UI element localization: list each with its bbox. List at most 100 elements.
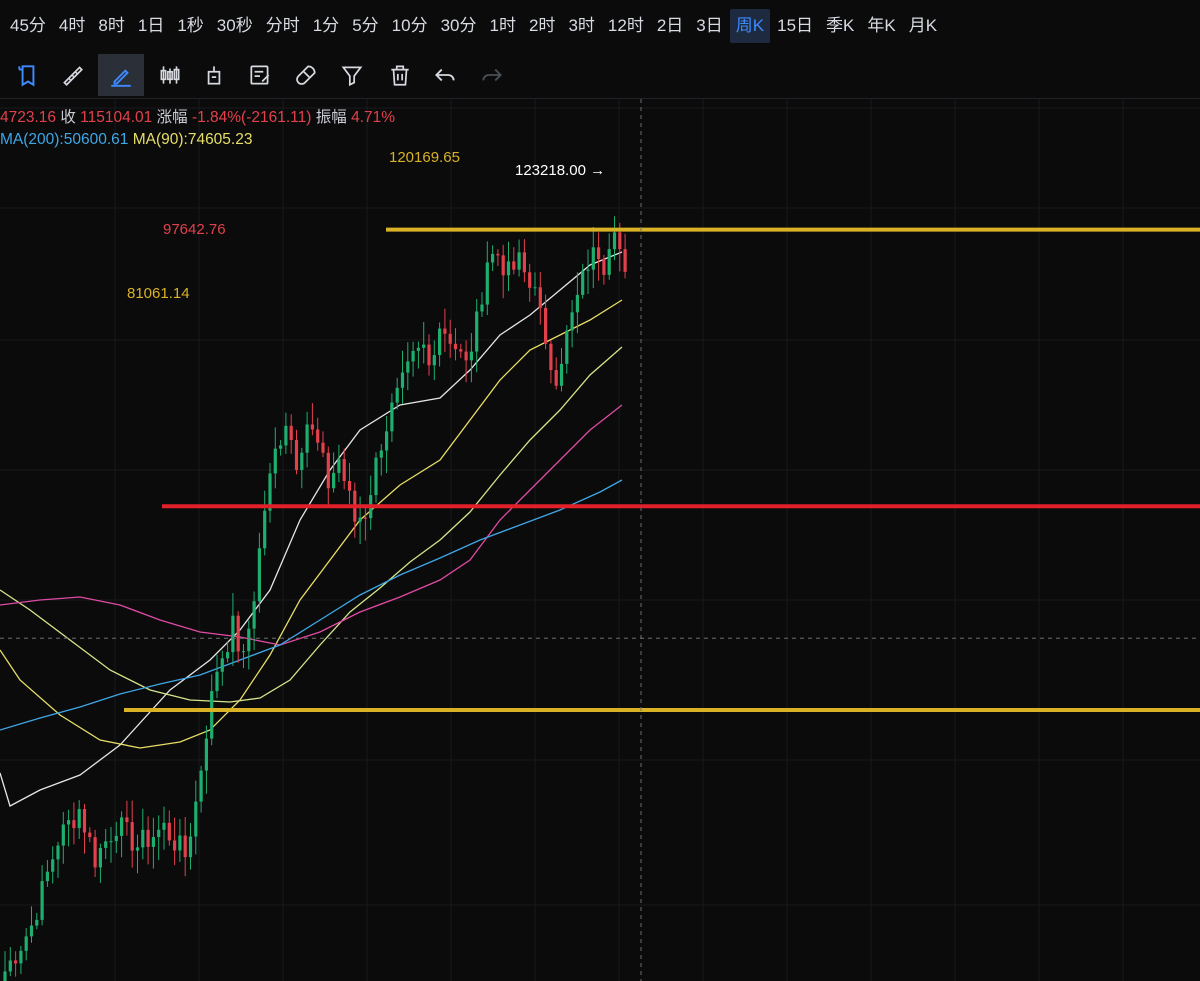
timeframe-tab-14[interactable]: 12时: [602, 9, 650, 43]
timeframe-tab-5[interactable]: 30秒: [211, 9, 259, 43]
candle-body-85: [453, 343, 458, 350]
candle-body-45: [241, 651, 246, 653]
timeframe-tab-12[interactable]: 2时: [523, 9, 561, 43]
candle-body-14: [77, 809, 81, 829]
low-value: 4723.16: [0, 109, 57, 126]
candle-body-83: [443, 328, 447, 334]
candle-body-96: [512, 261, 516, 270]
filter-icon: [341, 66, 363, 87]
candle-body-2: [14, 960, 18, 964]
timeframe-tab-8[interactable]: 5分: [346, 9, 384, 43]
candle-body-89: [475, 311, 479, 352]
filter-tool[interactable]: [332, 54, 372, 96]
timeframe-tab-13[interactable]: 3时: [562, 9, 600, 43]
timeframe-tab-1[interactable]: 4时: [53, 9, 91, 43]
selection-frame-icon: [18, 65, 35, 87]
candle-body-35: [188, 836, 193, 858]
candle-body-88: [469, 351, 473, 361]
note-edit-icon: [250, 65, 270, 85]
moving-averages: [0, 251, 623, 807]
candle-body-100: [533, 287, 537, 289]
candle-body-3: [19, 950, 23, 964]
candle-body-48: [257, 548, 261, 602]
candle-body-5: [29, 925, 34, 937]
timeframe-tab-0[interactable]: 45分: [4, 9, 52, 43]
candle-body-117: [623, 249, 627, 272]
timeframe-tab-3[interactable]: 1日: [132, 9, 170, 43]
selection-frame-tool[interactable]: [8, 54, 48, 96]
pencil-draw-icon: [111, 69, 131, 87]
candle-body-16: [88, 832, 92, 838]
candle-body-30: [162, 822, 166, 830]
timeframe-tab-18[interactable]: 15日: [771, 9, 819, 43]
candle-body-12: [67, 820, 71, 825]
candle-body-58: [310, 424, 314, 430]
candle-body-102: [544, 307, 548, 344]
candle-body-29: [157, 829, 161, 838]
undo-icon: [435, 68, 455, 82]
level-label-120169: 120169.65: [389, 149, 460, 166]
level-label-97642: 97642.76: [163, 221, 226, 238]
candle-body-36: [194, 801, 198, 837]
timeframe-tab-11[interactable]: 1时: [484, 9, 522, 43]
candle-body-73: [390, 402, 394, 432]
candle-body-57: [305, 424, 309, 453]
candle-body-24: [130, 822, 134, 851]
ruler-tool[interactable]: [52, 54, 92, 96]
magnet-tool[interactable]: [286, 54, 326, 96]
ma-info-row: MA(200):50600.61 MA(90):74605.23: [0, 131, 252, 149]
timeframe-tab-19[interactable]: 季K: [820, 9, 860, 43]
candlestick-icon: [160, 66, 180, 84]
candle-body-39: [210, 691, 214, 739]
candle-body-67: [358, 517, 362, 522]
candle-body-111: [591, 247, 595, 270]
close-value: 115104.01: [80, 109, 153, 126]
timeframe-tab-15[interactable]: 2日: [651, 9, 689, 43]
timeframe-tab-21[interactable]: 月K: [903, 9, 943, 43]
candle-body-54: [289, 425, 293, 440]
trash-tool[interactable]: [380, 54, 420, 96]
timeframe-tab-20[interactable]: 年K: [861, 9, 901, 43]
ma-blue-line: [0, 479, 623, 731]
ma200-value: MA(200):50600.61: [0, 131, 129, 148]
candle-body-4: [24, 936, 28, 951]
candle-body-8: [45, 871, 49, 882]
candle-body-20: [109, 841, 113, 843]
candlesticks: [3, 216, 627, 981]
candle-body-42: [226, 652, 230, 659]
candle-body-52: [279, 445, 283, 449]
candle-body-114: [607, 249, 611, 275]
candle-body-7: [40, 881, 44, 920]
indicator-tool[interactable]: [194, 54, 234, 96]
candle-body-110: [586, 269, 590, 271]
candle-body-63: [337, 459, 341, 473]
timeframe-tab-7[interactable]: 1分: [307, 9, 345, 43]
pencil-draw-tool[interactable]: [98, 54, 144, 96]
candle-body-90: [480, 304, 484, 312]
timeframe-tab-6[interactable]: 分时: [260, 9, 306, 43]
redo-tool[interactable]: [472, 54, 512, 96]
candle-body-53: [284, 425, 288, 446]
candle-body-79: [422, 344, 426, 348]
timeframe-tab-2[interactable]: 8时: [92, 9, 130, 43]
candle-body-104: [554, 370, 558, 386]
undo-tool[interactable]: [425, 54, 465, 96]
timeframe-tab-10[interactable]: 30分: [435, 9, 483, 43]
magnet-icon: [296, 65, 316, 85]
timeframe-tab-4[interactable]: 1秒: [171, 9, 209, 43]
price-chart[interactable]: 123218.00 → 120169.65 97642.76 81061.14: [0, 99, 1200, 981]
candle-body-84: [448, 333, 452, 344]
candlestick-tool[interactable]: [150, 54, 190, 96]
candle-body-76: [406, 361, 410, 373]
timeframe-tab-16[interactable]: 3日: [690, 9, 728, 43]
candle-body-116: [618, 232, 622, 250]
candle-body-98: [522, 252, 526, 273]
note-edit-tool[interactable]: [240, 54, 280, 96]
candle-body-103: [549, 343, 553, 371]
timeframe-tab-17[interactable]: 周K: [729, 9, 771, 43]
timeframe-tab-9[interactable]: 10分: [386, 9, 434, 43]
candle-body-82: [438, 328, 442, 356]
timeframe-bar: 45分 4时 8时 1日 1秒 30秒 分时 1分 5分 10分 30分 1时 2时 3时 12时 2日 3日周…: [0, 0, 1200, 52]
trash-icon: [391, 65, 409, 86]
candle-body-31: [167, 822, 171, 841]
